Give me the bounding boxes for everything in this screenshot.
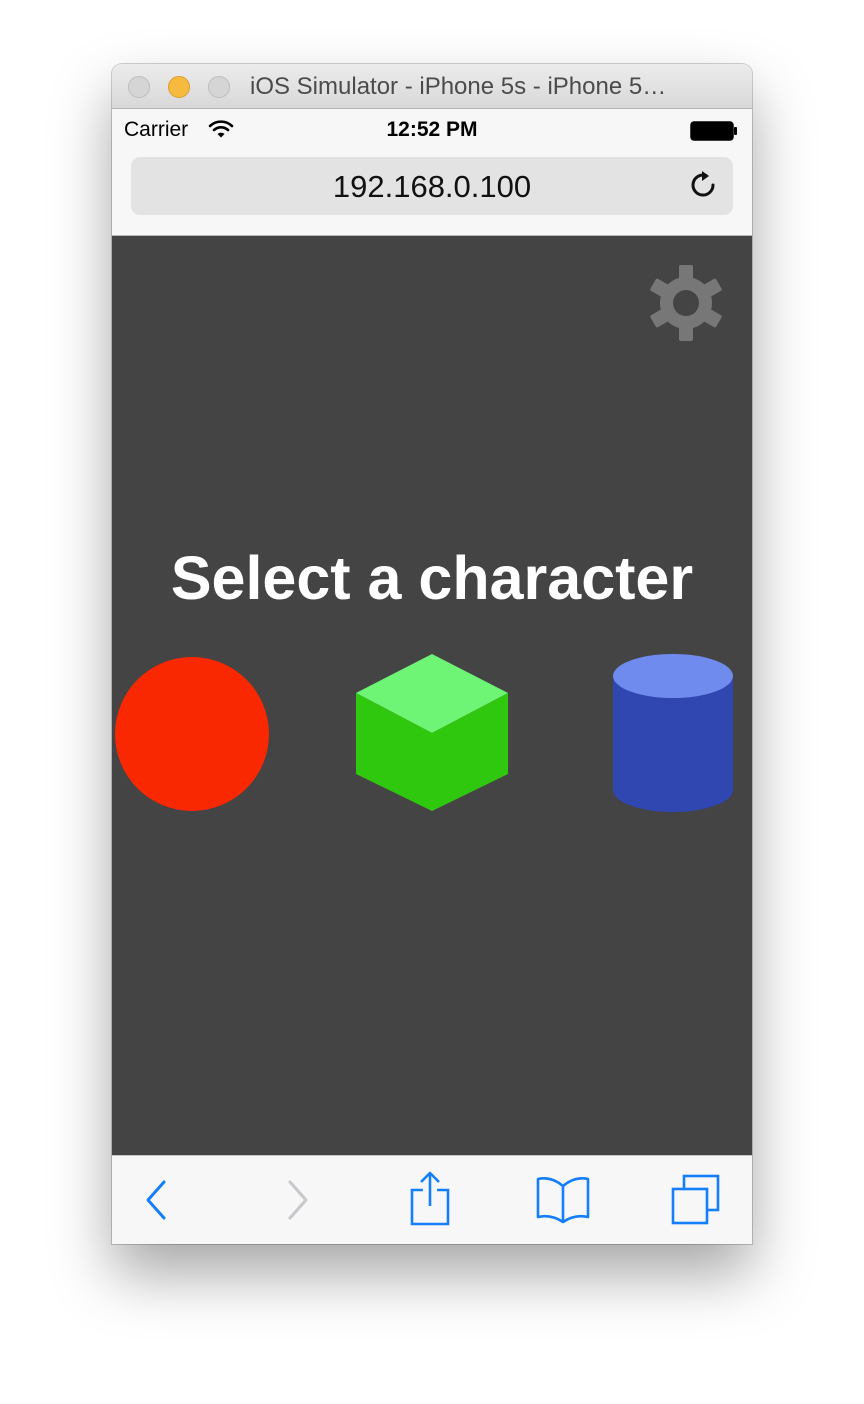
- zoom-window-button[interactable]: [208, 76, 230, 98]
- battery-icon: [690, 121, 738, 146]
- address-bar[interactable]: 192.168.0.100: [131, 157, 733, 215]
- url-text[interactable]: 192.168.0.100: [131, 169, 733, 205]
- window-titlebar[interactable]: iOS Simulator - iPhone 5s - iPhone 5…: [112, 64, 752, 109]
- character-cylinder[interactable]: [612, 654, 736, 821]
- reload-icon[interactable]: [689, 170, 719, 207]
- window-title: iOS Simulator - iPhone 5s - iPhone 5…: [250, 73, 667, 100]
- status-time: 12:52 PM: [386, 118, 478, 141]
- simulator-window: iOS Simulator - iPhone 5s - iPhone 5… Ca…: [112, 64, 752, 1244]
- close-window-button[interactable]: [128, 76, 150, 98]
- share-icon[interactable]: [410, 1170, 450, 1231]
- tabs-icon[interactable]: [670, 1174, 722, 1231]
- status-bar: Carrier 12:52 PM: [112, 109, 752, 149]
- character-sphere[interactable]: [114, 656, 274, 821]
- safari-toolbar: [112, 1155, 752, 1244]
- minimize-window-button[interactable]: [168, 76, 190, 98]
- web-content: Select a character: [112, 236, 752, 1155]
- gear-icon[interactable]: [646, 263, 726, 348]
- forward-icon[interactable]: [282, 1176, 312, 1229]
- page-heading: Select a character: [170, 544, 694, 612]
- back-icon[interactable]: [142, 1176, 172, 1229]
- bookmarks-icon[interactable]: [536, 1174, 590, 1229]
- character-cube[interactable]: [356, 652, 510, 817]
